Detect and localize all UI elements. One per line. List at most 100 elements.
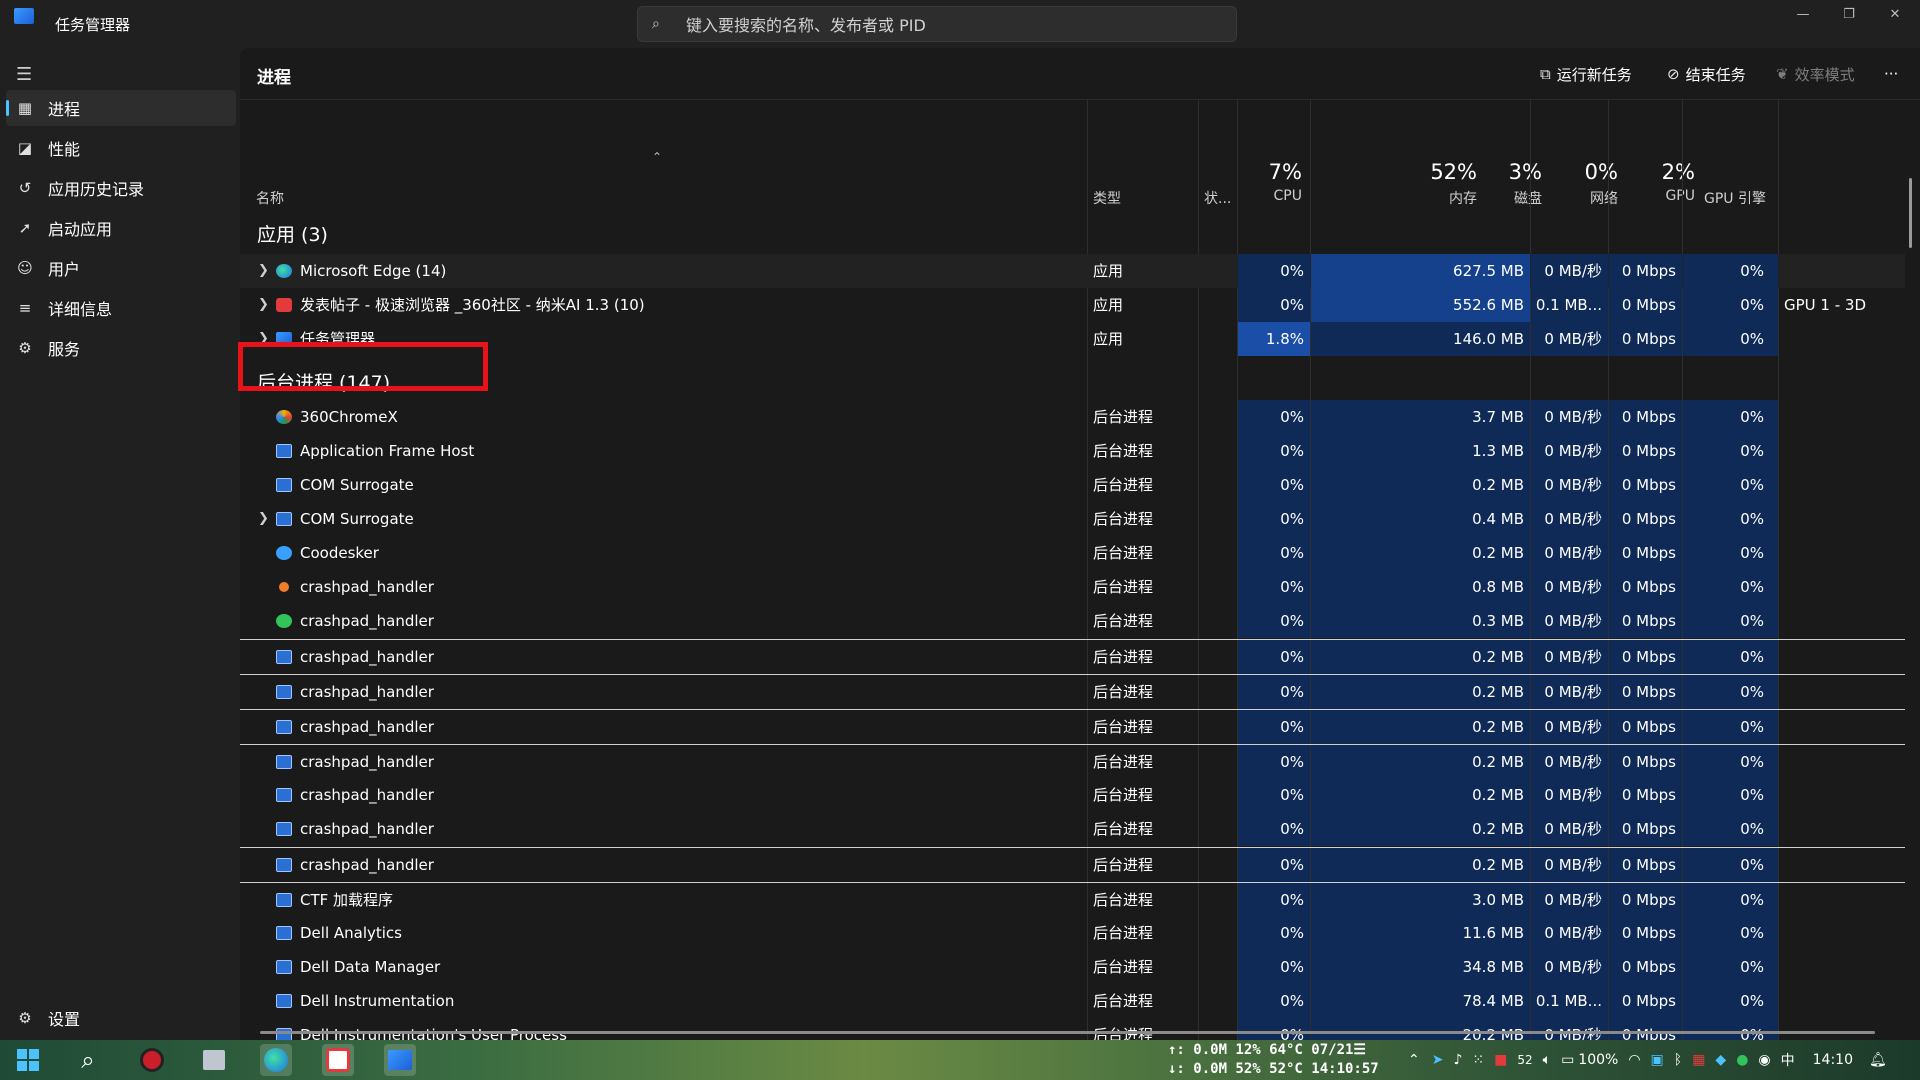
process-type: 应用 — [1093, 262, 1124, 280]
process-name: crashpad_handler — [300, 786, 434, 804]
sidebar-item-startup[interactable]: ➚ 启动应用 — [6, 210, 236, 246]
horizontal-scrollbar[interactable] — [260, 1031, 1875, 1034]
process-row[interactable]: crashpad_handler 后台进程 0% 0.2 MB 0 MB/秒 0 Mbps… — [240, 778, 1905, 812]
process-row[interactable]: crashpad_handler 后台进程 0% 0.2 MB 0 MB/秒 0 Mbps… — [240, 674, 1905, 709]
sidebar-item-performance[interactable]: ◪ 性能 — [6, 130, 236, 166]
run-new-task-button[interactable]: ⧉ 运行新任务 — [1540, 62, 1632, 86]
minimize-button[interactable]: — — [1780, 0, 1826, 30]
process-name: crashpad_handler — [300, 578, 434, 596]
process-row[interactable]: crashpad_handler 后台进程 0% 0.3 MB 0 MB/秒 0 Mbps… — [240, 604, 1905, 638]
process-name: crashpad_handler — [300, 718, 434, 736]
close-button[interactable]: ✕ — [1872, 0, 1918, 30]
column-header-row: ⌃ 名称 类型 状... 7% CPU 52% 内存 3% 磁盘 0% 网络 2… — [240, 100, 1920, 210]
process-name: COM Surrogate — [300, 476, 414, 494]
more-options-button[interactable]: ··· — [1884, 62, 1898, 86]
process-row[interactable]: crashpad_handler 后台进程 0% 0.2 MB 0 MB/秒 0 Mbps… — [240, 709, 1905, 744]
leaf-icon: ❦ — [1776, 65, 1789, 83]
process-type: 后台进程 — [1093, 856, 1154, 874]
column-gpu-engine[interactable]: GPU 引擎 — [1704, 188, 1766, 208]
process-cpu: 0% — [1238, 502, 1310, 536]
end-task-button[interactable]: ⊘ 结束任务 — [1667, 62, 1746, 86]
taskbar-red-app-icon[interactable] — [136, 1044, 168, 1076]
notification-bell-icon[interactable]: 🔔︎ — [1869, 1052, 1887, 1068]
sidebar-item-services[interactable]: ⚙ 服务 — [6, 330, 236, 366]
tray-wechat-icon[interactable]: ● — [1736, 1052, 1748, 1068]
show-hidden-icons-chevron-icon[interactable]: ⌃ — [1408, 1052, 1420, 1068]
tray-misc-icon[interactable]: ◉ — [1758, 1052, 1770, 1068]
process-type: 后台进程 — [1093, 476, 1154, 494]
start-button[interactable] — [12, 1044, 44, 1076]
process-memory: 20.2 MB — [1311, 1018, 1530, 1040]
process-name: Coodesker — [300, 544, 379, 562]
column-network[interactable]: 网络 — [1540, 188, 1618, 208]
ime-indicator[interactable]: 中 — [1781, 1050, 1795, 1070]
taskbar-task-manager-icon[interactable] — [384, 1044, 416, 1076]
process-row[interactable]: ❯ COM Surrogate 后台进程 0% 0.4 MB 0 MB/秒 0 Mbps 0% — [240, 502, 1905, 536]
process-row[interactable]: crashpad_handler 后台进程 0% 0.2 MB 0 MB/秒 0 Mbps… — [240, 744, 1905, 779]
process-row[interactable]: ❯ Microsoft Edge (14) 应用 0% 627.5 MB 0 MB/秒 0 … — [240, 254, 1905, 288]
column-status[interactable]: 状... — [1204, 188, 1231, 208]
tray-security-icon[interactable]: ◆ — [1715, 1052, 1726, 1068]
process-row[interactable]: CTF 加载程序 后台进程 0% 3.0 MB 0 MB/秒 0 Mbps 0% — [240, 882, 1905, 917]
process-row[interactable]: crashpad_handler 后台进程 0% 0.2 MB 0 MB/秒 0 Mbps… — [240, 812, 1905, 846]
window-icon — [276, 822, 292, 836]
process-row[interactable]: Dell Instrumentation's User Process 后台进程 0… — [240, 1018, 1905, 1040]
sidebar-item-details[interactable]: ≡ 详细信息 — [6, 290, 236, 326]
column-cpu[interactable]: CPU — [1240, 188, 1302, 204]
vertical-scrollbar[interactable] — [1909, 178, 1912, 248]
tray-feather-icon[interactable]: ➤ — [1432, 1052, 1444, 1068]
cpu-percent[interactable]: 7% — [1240, 160, 1302, 184]
gpu-percent[interactable]: 2% — [1625, 160, 1695, 184]
process-row[interactable]: crashpad_handler 后台进程 0% 0.2 MB 0 MB/秒 0 Mbps… — [240, 847, 1905, 882]
tray-tiktok-icon[interactable]: ♪ — [1453, 1052, 1462, 1068]
hamburger-icon[interactable]: ☰ — [16, 64, 32, 85]
bluetooth-icon[interactable]: ᛒ — [1674, 1052, 1682, 1068]
tray-calendar-icon[interactable]: ▦ — [1692, 1052, 1705, 1068]
expand-chevron-icon[interactable]: ❯ — [258, 288, 269, 322]
column-name[interactable]: 名称 — [256, 188, 284, 208]
memory-percent[interactable]: 52% — [1385, 160, 1477, 184]
taskbar-edge-icon[interactable] — [260, 1044, 292, 1076]
process-memory: 627.5 MB — [1311, 254, 1530, 288]
taskbar-files-app-icon[interactable] — [198, 1044, 230, 1076]
efficiency-mode-button[interactable]: ❦ 效率模式 — [1776, 62, 1855, 86]
expand-chevron-icon[interactable]: ❯ — [258, 502, 269, 536]
clock[interactable]: 14:10 — [1813, 1052, 1853, 1068]
column-memory[interactable]: 内存 — [1385, 188, 1477, 208]
volume-icon[interactable]: 🔈︎ — [1543, 1052, 1551, 1068]
column-gpu[interactable]: GPU — [1625, 188, 1695, 204]
process-row[interactable]: COM Surrogate 后台进程 0% 0.2 MB 0 MB/秒 0 Mbps 0% — [240, 468, 1905, 502]
process-row[interactable]: Dell Analytics 后台进程 0% 11.6 MB 0 MB/秒 0 Mbps 0… — [240, 916, 1905, 950]
process-disk: 0 MB/秒 — [1531, 434, 1608, 468]
expand-chevron-icon[interactable]: ❯ — [258, 254, 269, 288]
process-row[interactable]: crashpad_handler 后台进程 0% 0.8 MB 0 MB/秒 0 Mbps… — [240, 570, 1905, 604]
column-disk[interactable]: 磁盘 — [1480, 188, 1542, 208]
taskbar-search-icon[interactable]: ⌕ — [72, 1044, 104, 1076]
process-row[interactable]: Application Frame Host 后台进程 0% 1.3 MB 0 MB/秒… — [240, 434, 1905, 468]
process-row[interactable]: Dell Instrumentation 后台进程 0% 78.4 MB 0.1 MB.… — [240, 984, 1905, 1018]
battery-icon[interactable]: ▭ — [1561, 1052, 1574, 1068]
tray-network-icon[interactable]: ▣ — [1651, 1052, 1664, 1068]
process-gpu: 0% — [1683, 640, 1778, 674]
disk-percent[interactable]: 3% — [1480, 160, 1542, 184]
wifi-icon[interactable]: ◠ — [1628, 1052, 1640, 1068]
maximize-button[interactable]: ❐ — [1826, 0, 1872, 30]
network-percent[interactable]: 0% — [1540, 160, 1618, 184]
tray-grid-icon[interactable]: ⁙ — [1472, 1052, 1484, 1068]
process-row[interactable]: crashpad_handler 后台进程 0% 0.2 MB 0 MB/秒 0 Mbps… — [240, 639, 1905, 674]
process-row[interactable]: Coodesker 后台进程 0% 0.2 MB 0 MB/秒 0 Mbps 0% — [240, 536, 1905, 570]
tray-360-icon[interactable]: ■ — [1494, 1052, 1507, 1068]
tray-number-badge[interactable]: 52 — [1517, 1053, 1532, 1067]
process-row[interactable]: 360ChromeX 后台进程 0% 3.7 MB 0 MB/秒 0 Mbps 0% — [240, 400, 1905, 434]
sidebar-item-processes[interactable]: ▦ 进程 — [6, 90, 236, 126]
column-type[interactable]: 类型 — [1093, 188, 1121, 208]
taskbar-360-browser-icon[interactable] — [322, 1044, 354, 1076]
process-row[interactable]: Dell Data Manager 后台进程 0% 34.8 MB 0 MB/秒 0 Mb… — [240, 950, 1905, 984]
sidebar-item-settings[interactable]: ⚙ 设置 — [6, 1000, 236, 1036]
process-row[interactable]: ❯ 发表帖子 - 极速浏览器 _360社区 - 纳米AI 1.3 (10) 应用 0%… — [240, 288, 1905, 322]
process-memory: 0.2 MB — [1311, 640, 1530, 674]
process-row[interactable]: ❯ 任务管理器 应用 1.8% 146.0 MB 0 MB/秒 0 Mbps 0% — [240, 322, 1905, 356]
sidebar-item-app-history[interactable]: ↺ 应用历史记录 — [6, 170, 236, 206]
search-box[interactable]: ⌕ 键入要搜索的名称、发布者或 PID — [637, 6, 1237, 42]
sidebar-item-users[interactable]: ☺ 用户 — [6, 250, 236, 286]
